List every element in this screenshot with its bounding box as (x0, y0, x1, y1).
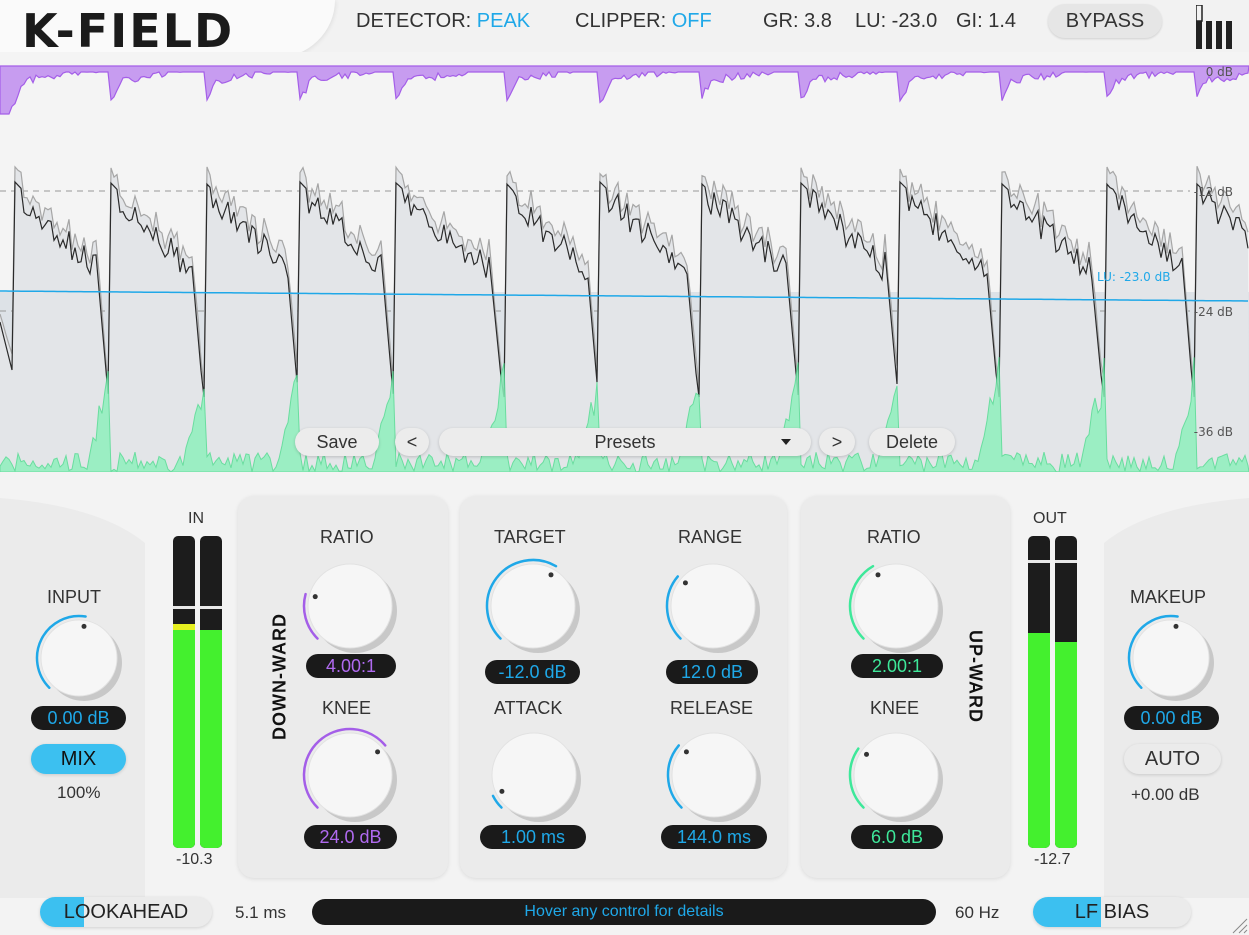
downward-ratio-title: RATIO (320, 527, 374, 547)
target-title: TARGET (494, 527, 566, 547)
downward-ratio-knob[interactable] (300, 556, 400, 656)
next-preset-button[interactable]: > (819, 428, 855, 456)
preset-name: Presets (594, 431, 656, 452)
attack-title: ATTACK (494, 698, 563, 718)
makeup-value[interactable]: 0.00 dB (1124, 706, 1219, 730)
db-label-12: -12 dB (1193, 185, 1233, 199)
upward-knee-title: KNEE (870, 698, 920, 718)
upward-label: UP-WARD (965, 630, 986, 723)
downward-label: DOWN-WARD (269, 613, 290, 740)
input-level-fill (0, 166, 1249, 472)
bar-logo-icon[interactable] (1196, 5, 1240, 51)
gi-readout: GI: 1.4 (956, 10, 1017, 32)
upward-knee-knob[interactable] (846, 725, 946, 825)
lookahead-toggle[interactable]: LOOKAHEAD (40, 897, 212, 927)
upward-ratio-value[interactable]: 2.00:1 (851, 654, 943, 678)
logo: K-FIELD (22, 4, 235, 58)
downward-knee-title: KNEE (322, 698, 372, 718)
attack-knob[interactable] (484, 725, 584, 825)
lu-readout: LU: -23.0 (855, 10, 938, 32)
input-title: INPUT (47, 587, 101, 607)
range-title: RANGE (678, 527, 743, 547)
preset-select[interactable]: Presets (439, 428, 811, 456)
out-meter-right (1055, 536, 1077, 848)
in-meter-left (173, 536, 195, 848)
waveform-svg (0, 65, 1249, 472)
mix-button[interactable]: MIX (31, 744, 126, 774)
logo-tab: K-FIELD (0, 0, 335, 58)
waveform-display[interactable]: 0 dB -12 dB -24 dB -36 dB LU: -23.0 dB (0, 52, 1249, 472)
clipper-label: CLIPPER: (575, 10, 667, 32)
chevron-down-icon (781, 439, 791, 445)
bypass-button[interactable]: BYPASS (1048, 4, 1162, 38)
release-title: RELEASE (670, 698, 754, 718)
in-meter-right (200, 536, 222, 848)
resize-handle-icon[interactable] (1230, 916, 1248, 934)
auto-value: +0.00 dB (1131, 785, 1200, 804)
detector-label: DETECTOR: (356, 10, 472, 32)
clipper-value[interactable]: OFF (672, 10, 712, 32)
detector-value[interactable]: PEAK (477, 10, 530, 32)
lu-graph-label: LU: -23.0 dB (1097, 270, 1171, 284)
lookahead-value[interactable]: 5.1 ms (235, 903, 286, 923)
target-knob[interactable] (478, 556, 588, 656)
detector-setting[interactable]: DETECTOR: PEAK (356, 10, 530, 33)
downward-knee-knob[interactable] (300, 725, 400, 825)
downward-ratio-value[interactable]: 4.00:1 (306, 654, 396, 678)
delete-button[interactable]: Delete (869, 428, 955, 456)
gain-reduction-trace (0, 65, 1249, 115)
range-knob[interactable] (658, 556, 768, 656)
out-meter-left (1028, 536, 1050, 848)
status-bar: Hover any control for details (312, 899, 936, 925)
prev-preset-button[interactable]: < (395, 428, 429, 456)
gr-readout: GR: 3.8 (763, 10, 832, 32)
db-label-0: 0 dB (1205, 65, 1233, 79)
upward-ratio-title: RATIO (867, 527, 921, 547)
clipper-setting[interactable]: CLIPPER: OFF (575, 10, 712, 33)
input-value[interactable]: 0.00 dB (31, 706, 126, 730)
release-value[interactable]: 144.0 ms (661, 825, 767, 849)
lf-value[interactable]: 60 Hz (955, 903, 999, 923)
db-label-36: -36 dB (1193, 425, 1233, 439)
mix-value: 100% (57, 783, 101, 802)
lf-bias-label: LF BIAS (1074, 900, 1150, 923)
attack-value[interactable]: 1.00 ms (480, 825, 586, 849)
lookahead-label: LOOKAHEAD (63, 900, 189, 923)
save-button[interactable]: Save (295, 428, 379, 456)
lf-bias-toggle[interactable]: LF BIAS (1033, 897, 1191, 927)
makeup-knob[interactable] (1125, 612, 1217, 704)
header: K-FIELD DETECTOR: PEAK CLIPPER: OFF GR: … (0, 0, 1249, 58)
db-label-24: -24 dB (1193, 305, 1233, 319)
target-value[interactable]: -12.0 dB (485, 660, 580, 684)
range-value[interactable]: 12.0 dB (666, 660, 758, 684)
out-meter-label: OUT (1033, 510, 1067, 527)
upward-ratio-knob[interactable] (846, 556, 946, 656)
auto-button[interactable]: AUTO (1124, 744, 1221, 774)
out-meter-value: -12.7 (1034, 851, 1071, 868)
in-meter-value: -10.3 (176, 851, 213, 868)
in-meter-label: IN (188, 510, 204, 527)
downward-knee-value[interactable]: 24.0 dB (304, 825, 397, 849)
release-knob[interactable] (664, 725, 764, 825)
input-knob[interactable] (33, 612, 125, 704)
makeup-title: MAKEUP (1130, 587, 1207, 607)
upward-knee-value[interactable]: 6.0 dB (851, 825, 943, 849)
